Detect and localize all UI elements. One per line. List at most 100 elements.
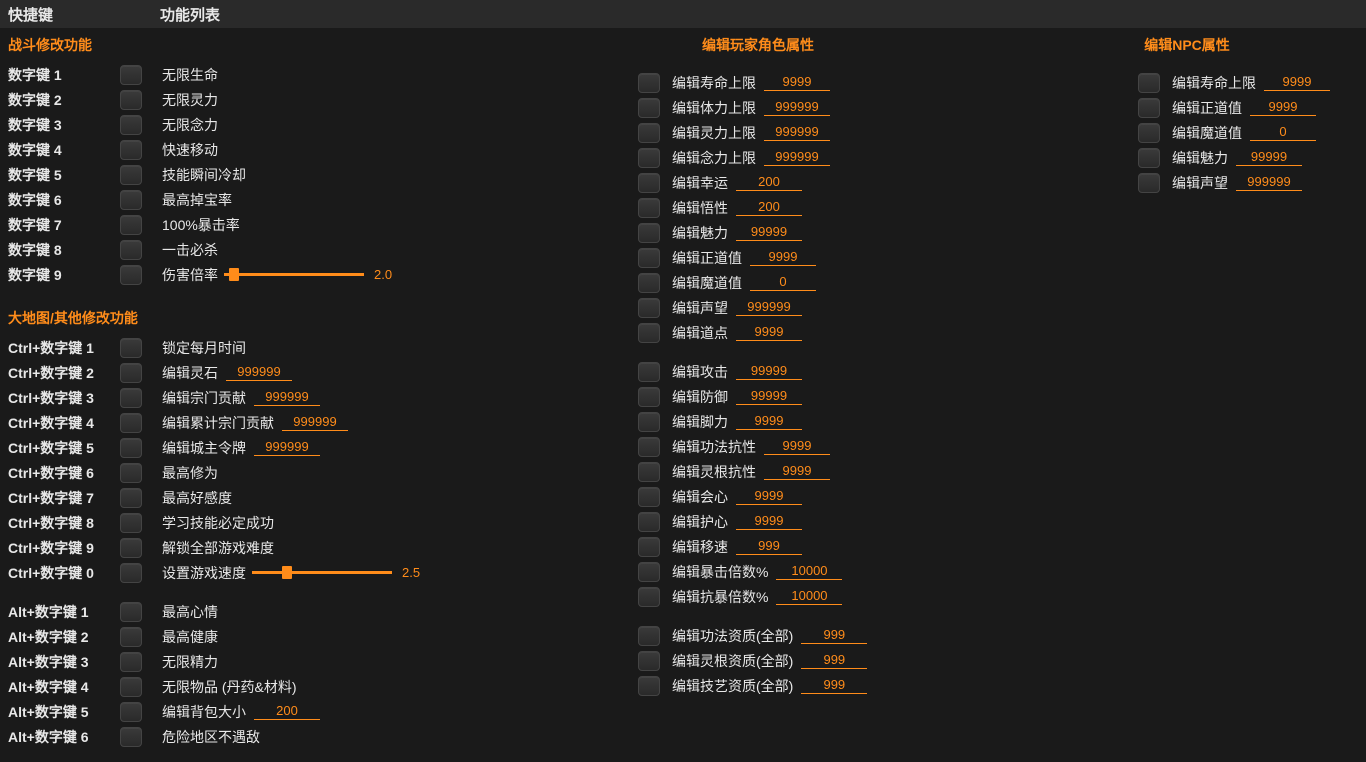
toggle-checkbox[interactable] bbox=[638, 676, 660, 696]
toggle-checkbox[interactable] bbox=[120, 190, 142, 210]
toggle-checkbox[interactable] bbox=[638, 537, 660, 557]
value-field[interactable]: 999999 bbox=[764, 149, 830, 166]
toggle-checkbox[interactable] bbox=[120, 215, 142, 235]
toggle-checkbox[interactable] bbox=[638, 437, 660, 457]
value-field[interactable]: 99999 bbox=[736, 363, 802, 380]
toggle-checkbox[interactable] bbox=[638, 298, 660, 318]
toggle-checkbox[interactable] bbox=[638, 412, 660, 432]
toggle-checkbox[interactable] bbox=[638, 362, 660, 382]
value-field[interactable]: 99999 bbox=[1236, 149, 1302, 166]
value-field[interactable]: 999999 bbox=[1236, 174, 1302, 191]
toggle-checkbox[interactable] bbox=[120, 140, 142, 160]
value-field[interactable]: 200 bbox=[254, 703, 320, 720]
toggle-checkbox[interactable] bbox=[638, 223, 660, 243]
value-field[interactable]: 0 bbox=[750, 274, 816, 291]
toggle-checkbox[interactable] bbox=[120, 677, 142, 697]
option-label: 无限生命 bbox=[162, 65, 218, 85]
value-field[interactable]: 99999 bbox=[736, 224, 802, 241]
toggle-checkbox[interactable] bbox=[1138, 73, 1160, 93]
toggle-checkbox[interactable] bbox=[638, 198, 660, 218]
value-field[interactable]: 999999 bbox=[254, 439, 320, 456]
toggle-checkbox[interactable] bbox=[120, 115, 142, 135]
value-field[interactable]: 999999 bbox=[736, 299, 802, 316]
toggle-checkbox[interactable] bbox=[120, 90, 142, 110]
toggle-checkbox[interactable] bbox=[120, 413, 142, 433]
toggle-checkbox[interactable] bbox=[638, 562, 660, 582]
value-field[interactable]: 999999 bbox=[764, 99, 830, 116]
value-field[interactable]: 0 bbox=[1250, 124, 1316, 141]
value-field[interactable]: 9999 bbox=[736, 324, 802, 341]
toggle-checkbox[interactable] bbox=[638, 587, 660, 607]
toggle-checkbox[interactable] bbox=[120, 240, 142, 260]
toggle-checkbox[interactable] bbox=[638, 248, 660, 268]
option-row: 编辑灵根抗性 9999 bbox=[508, 459, 1008, 484]
toggle-checkbox[interactable] bbox=[638, 173, 660, 193]
toggle-checkbox[interactable] bbox=[120, 627, 142, 647]
slider[interactable] bbox=[252, 571, 392, 574]
toggle-checkbox[interactable] bbox=[1138, 98, 1160, 118]
toggle-checkbox[interactable] bbox=[120, 388, 142, 408]
value-field[interactable]: 999999 bbox=[254, 389, 320, 406]
toggle-checkbox[interactable] bbox=[638, 98, 660, 118]
value-field[interactable]: 9999 bbox=[750, 249, 816, 266]
value-field[interactable]: 999 bbox=[801, 652, 867, 669]
toggle-checkbox[interactable] bbox=[120, 727, 142, 747]
value-field[interactable]: 9999 bbox=[736, 413, 802, 430]
option-label: 编辑魅力 bbox=[672, 223, 728, 243]
toggle-checkbox[interactable] bbox=[638, 512, 660, 532]
value-field[interactable]: 9999 bbox=[764, 438, 830, 455]
value-field[interactable]: 99999 bbox=[736, 388, 802, 405]
toggle-checkbox[interactable] bbox=[1138, 173, 1160, 193]
option-row: 编辑灵根资质(全部)999 bbox=[508, 648, 1008, 673]
toggle-checkbox[interactable] bbox=[120, 538, 142, 558]
option-label: 编辑灵根抗性 bbox=[672, 462, 756, 482]
value-field[interactable]: 999 bbox=[801, 627, 867, 644]
value-field[interactable]: 9999 bbox=[736, 513, 802, 530]
option-label: 最高好感度 bbox=[162, 488, 232, 508]
toggle-checkbox[interactable] bbox=[120, 463, 142, 483]
hotkey-label: Alt+数字键 1 bbox=[8, 602, 120, 622]
value-field[interactable]: 9999 bbox=[764, 74, 830, 91]
value-field[interactable]: 200 bbox=[736, 199, 802, 216]
toggle-checkbox[interactable] bbox=[638, 323, 660, 343]
toggle-checkbox[interactable] bbox=[638, 462, 660, 482]
value-field[interactable]: 200 bbox=[736, 174, 802, 191]
toggle-checkbox[interactable] bbox=[120, 165, 142, 185]
toggle-checkbox[interactable] bbox=[120, 602, 142, 622]
value-field[interactable]: 9999 bbox=[764, 463, 830, 480]
value-field[interactable]: 9999 bbox=[1264, 74, 1330, 91]
toggle-checkbox[interactable] bbox=[638, 123, 660, 143]
value-field[interactable]: 999 bbox=[736, 538, 802, 555]
toggle-checkbox[interactable] bbox=[638, 487, 660, 507]
toggle-checkbox[interactable] bbox=[638, 73, 660, 93]
toggle-checkbox[interactable] bbox=[638, 148, 660, 168]
value-field[interactable]: 10000 bbox=[776, 563, 842, 580]
value-field[interactable]: 999999 bbox=[764, 124, 830, 141]
toggle-checkbox[interactable] bbox=[638, 626, 660, 646]
value-field[interactable]: 10000 bbox=[776, 588, 842, 605]
toggle-checkbox[interactable] bbox=[638, 651, 660, 671]
slider-thumb[interactable] bbox=[229, 268, 239, 281]
toggle-checkbox[interactable] bbox=[120, 265, 142, 285]
toggle-checkbox[interactable] bbox=[1138, 123, 1160, 143]
slider-thumb[interactable] bbox=[282, 566, 292, 579]
toggle-checkbox[interactable] bbox=[120, 338, 142, 358]
toggle-checkbox[interactable] bbox=[120, 363, 142, 383]
value-field[interactable]: 999999 bbox=[226, 364, 292, 381]
toggle-checkbox[interactable] bbox=[120, 65, 142, 85]
value-field[interactable]: 9999 bbox=[1250, 99, 1316, 116]
slider[interactable] bbox=[224, 273, 364, 276]
toggle-checkbox[interactable] bbox=[120, 488, 142, 508]
toggle-checkbox[interactable] bbox=[120, 563, 142, 583]
value-field[interactable]: 9999 bbox=[736, 488, 802, 505]
toggle-checkbox[interactable] bbox=[120, 652, 142, 672]
toggle-checkbox[interactable] bbox=[638, 273, 660, 293]
toggle-checkbox[interactable] bbox=[1138, 148, 1160, 168]
option-row: 数字键 7100%暴击率 bbox=[8, 212, 508, 237]
value-field[interactable]: 999999 bbox=[282, 414, 348, 431]
toggle-checkbox[interactable] bbox=[120, 438, 142, 458]
toggle-checkbox[interactable] bbox=[638, 387, 660, 407]
toggle-checkbox[interactable] bbox=[120, 513, 142, 533]
toggle-checkbox[interactable] bbox=[120, 702, 142, 722]
value-field[interactable]: 999 bbox=[801, 677, 867, 694]
